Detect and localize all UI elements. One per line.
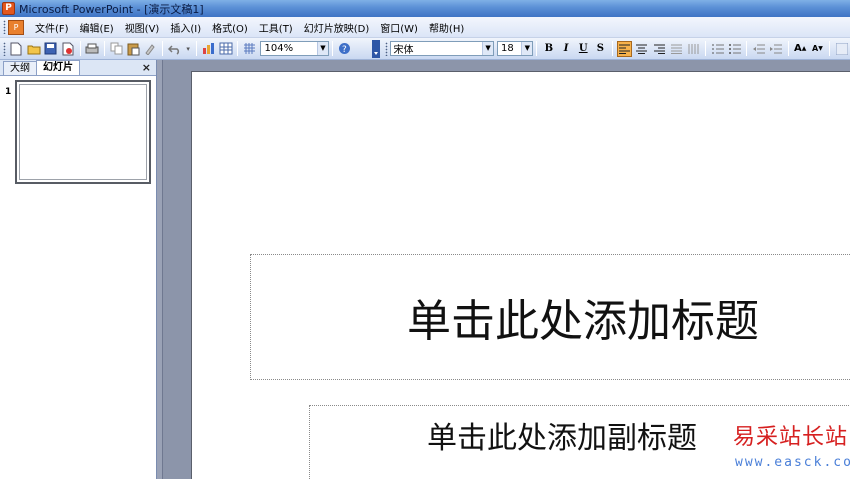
help-icon[interactable]: ? xyxy=(337,41,352,57)
distributed-align-icon[interactable] xyxy=(669,41,684,57)
toolbar-separator xyxy=(237,41,239,56)
font-name-select[interactable]: 宋体 ▼ xyxy=(389,41,495,56)
menu-slideshow[interactable]: 幻灯片放映(D) xyxy=(299,18,376,37)
chevron-down-icon[interactable]: ▼ xyxy=(482,42,494,55)
close-icon[interactable]: × xyxy=(142,61,151,74)
increase-font-size-button[interactable]: A ▲ xyxy=(793,41,808,57)
paste-icon[interactable] xyxy=(126,41,141,57)
pane-tabs: 大纲 幻灯片 × xyxy=(0,60,156,76)
title-placeholder-text: 单击此处添加标题 xyxy=(407,296,759,347)
toolbar-separator xyxy=(828,41,830,56)
toolbar: ▾ 104% ▼ ? 宋体 ▼ 18 ▼ B I U S A ▲ A ▼ xyxy=(0,38,850,60)
increase-indent-icon[interactable] xyxy=(768,41,783,57)
zoom-value: 104% xyxy=(264,43,294,54)
column-icon[interactable] xyxy=(686,41,701,57)
slides-pane: 大纲 幻灯片 × 1 xyxy=(0,60,157,479)
shadow-button[interactable]: S xyxy=(593,41,608,57)
numbering-icon[interactable] xyxy=(710,41,725,57)
toolbar-separator xyxy=(612,41,613,56)
menu-bar: P 文件(F) 编辑(E) 视图(V) 插入(I) 格式(O) 工具(T) 幻灯… xyxy=(0,17,850,38)
toolbar-separator xyxy=(704,41,706,56)
italic-button[interactable]: I xyxy=(558,41,573,57)
align-right-icon[interactable] xyxy=(651,41,666,57)
toolbar-separator xyxy=(332,41,333,56)
menu-view[interactable]: 视图(V) xyxy=(120,18,166,37)
align-left-icon[interactable] xyxy=(617,40,633,57)
decrease-indent-icon[interactable] xyxy=(751,41,766,57)
new-document-icon[interactable] xyxy=(9,41,24,57)
tab-slides[interactable]: 幻灯片 xyxy=(36,60,80,75)
toolbar-separator xyxy=(162,41,164,56)
powerpoint-app-icon[interactable]: P xyxy=(2,2,15,15)
chevron-down-icon[interactable]: ▼ xyxy=(521,42,533,55)
slide-thumbnail[interactable] xyxy=(15,80,151,184)
align-center-icon[interactable] xyxy=(634,41,649,57)
window-title: Microsoft PowerPoint - [演示文稿1] xyxy=(19,2,204,16)
show-grid-icon[interactable] xyxy=(242,41,257,57)
font-size-select[interactable]: 18 ▼ xyxy=(497,41,534,56)
menu-window[interactable]: 窗口(W) xyxy=(375,18,424,37)
font-color-icon[interactable] xyxy=(834,41,849,57)
copy-icon[interactable] xyxy=(109,41,124,57)
menu-format[interactable]: 格式(O) xyxy=(207,18,254,37)
format-painter-icon[interactable] xyxy=(143,41,158,57)
chevron-down-icon[interactable]: ▼ xyxy=(317,42,328,55)
font-size-value: 18 xyxy=(501,43,514,54)
open-folder-icon[interactable] xyxy=(26,41,41,57)
slide-canvas[interactable]: 单击此处添加标题 单击此处添加副标题 xyxy=(191,71,850,479)
slide-number: 1 xyxy=(5,87,12,97)
formatting-grip-icon[interactable] xyxy=(384,41,388,56)
undo-icon[interactable] xyxy=(167,41,182,57)
watermark-url: www.easck.com xyxy=(735,455,850,470)
bold-button[interactable]: B xyxy=(541,41,556,57)
print-icon[interactable] xyxy=(85,41,100,57)
insert-chart-icon[interactable] xyxy=(201,41,216,57)
font-name-value: 宋体 xyxy=(393,45,414,56)
permission-icon[interactable] xyxy=(60,41,75,57)
undo-dropdown-icon[interactable]: ▾ xyxy=(184,41,192,57)
toolbar-separator xyxy=(536,41,538,56)
toolbar-options-icon[interactable] xyxy=(371,39,380,58)
up-arrow-icon: ▲ xyxy=(801,45,807,52)
toolbar-separator xyxy=(195,41,197,56)
increase-font-label: A xyxy=(794,43,802,54)
svg-text:?: ? xyxy=(342,45,347,55)
slide-thumbnail-content xyxy=(19,84,147,180)
bullets-icon[interactable] xyxy=(727,41,742,57)
watermark-text: 易采站长站 xyxy=(733,425,849,450)
toolbar-separator xyxy=(787,41,789,56)
menubar-grip-icon[interactable] xyxy=(3,20,6,34)
save-icon[interactable] xyxy=(43,41,58,57)
menu-edit[interactable]: 编辑(E) xyxy=(75,18,120,37)
zoom-select[interactable]: 104% ▼ xyxy=(260,41,329,56)
tab-outline[interactable]: 大纲 xyxy=(3,61,37,75)
menu-insert[interactable]: 插入(I) xyxy=(165,18,207,37)
decrease-font-size-button[interactable]: A ▼ xyxy=(810,41,825,57)
title-placeholder[interactable]: 单击此处添加标题 xyxy=(250,254,850,380)
insert-table-icon[interactable] xyxy=(218,41,233,57)
document-icon[interactable]: P xyxy=(8,19,24,35)
toolbar-grip-icon[interactable] xyxy=(3,41,6,56)
subtitle-placeholder-text: 单击此处添加副标题 xyxy=(427,421,697,456)
toolbar-separator xyxy=(103,41,105,56)
menu-file[interactable]: 文件(F) xyxy=(30,18,75,37)
slide-workarea: 单击此处添加标题 单击此处添加副标题 xyxy=(163,60,850,479)
toolbar-separator xyxy=(79,41,81,56)
menu-help[interactable]: 帮助(H) xyxy=(424,18,470,37)
toolbar-separator xyxy=(746,41,748,56)
menu-tools[interactable]: 工具(T) xyxy=(254,18,299,37)
underline-button[interactable]: U xyxy=(576,41,591,57)
title-bar[interactable]: P Microsoft PowerPoint - [演示文稿1] xyxy=(0,0,850,17)
down-arrow-icon: ▼ xyxy=(818,45,823,52)
